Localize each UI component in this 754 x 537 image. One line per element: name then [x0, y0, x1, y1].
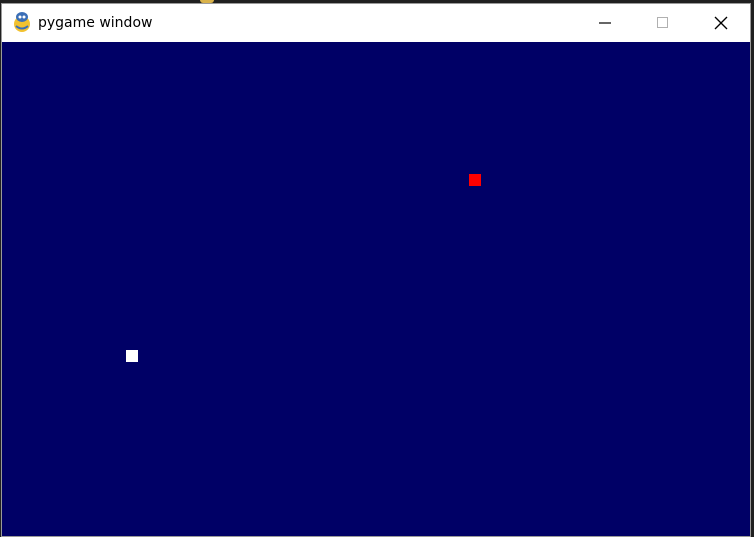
title-bar[interactable]: pygame window: [2, 4, 750, 42]
minimize-button[interactable]: [576, 4, 634, 42]
close-button[interactable]: [692, 4, 750, 42]
minimize-icon: [599, 22, 611, 24]
maximize-icon: [657, 17, 668, 28]
window-title: pygame window: [38, 15, 153, 31]
maximize-button[interactable]: [634, 4, 692, 42]
food-block: [469, 174, 481, 186]
player-block: [126, 350, 138, 362]
close-icon: [714, 16, 728, 30]
game-canvas[interactable]: [2, 42, 750, 536]
pygame-snake-icon: [11, 11, 33, 33]
pygame-window: pygame window: [1, 3, 751, 537]
